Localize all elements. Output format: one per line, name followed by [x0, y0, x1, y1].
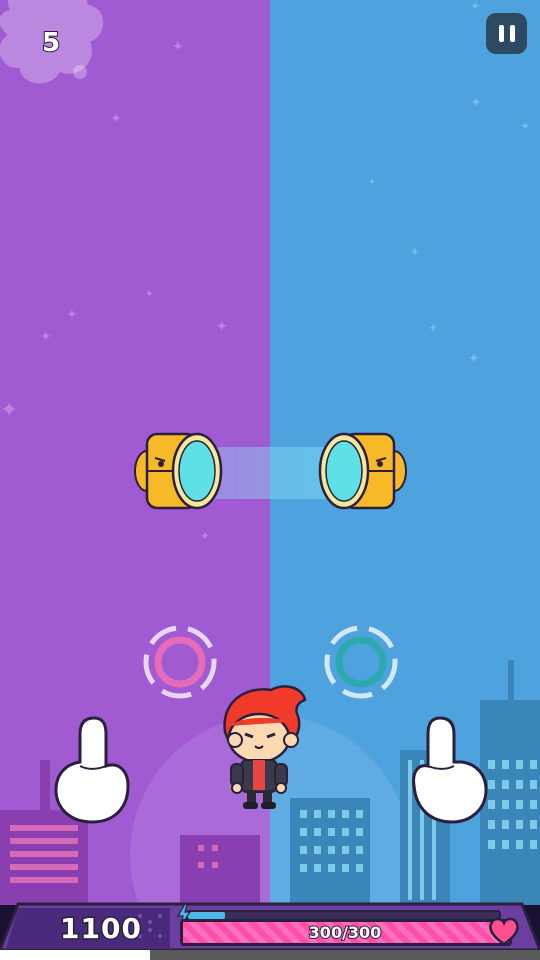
- progress-strip-filled: [0, 950, 150, 960]
- sparkle-decoration: ✦: [410, 245, 421, 259]
- sparkle-decoration: ✦: [368, 177, 377, 188]
- progress-strip-empty: [150, 950, 540, 960]
- round-counter: 5: [41, 27, 61, 59]
- heart-icon: [489, 917, 519, 946]
- pause-button[interactable]: [486, 13, 527, 54]
- left-tap-hand-icon: [54, 716, 130, 824]
- right-hit-target[interactable]: [321, 622, 401, 702]
- pause-icon: [498, 25, 504, 42]
- sparkle-decoration: ✦: [40, 329, 52, 345]
- sparkle-decoration: ✦: [200, 529, 211, 543]
- right-drum-note: [318, 432, 407, 510]
- total-score: 1100: [59, 911, 143, 947]
- sparkle-decoration: ✦: [470, 0, 481, 13]
- sparkle-decoration: ✦: [66, 307, 78, 323]
- sparkle-decoration: ✦: [520, 119, 531, 133]
- energy-bar-fill: [188, 912, 226, 919]
- left-hit-target[interactable]: [140, 622, 220, 702]
- left-drum-note: [134, 432, 223, 510]
- game-stage[interactable]: ✦ ✦ ✦ ✦ ✦ ✦ ✦ ✦ ✦ ✦ ✦ ✦ ✦ ✦ ✦ 5 1100 300…: [0, 0, 540, 960]
- sparkle-decoration: ✦: [468, 351, 480, 367]
- health-value: 300/300: [308, 922, 383, 943]
- sparkle-decoration: ✦: [470, 95, 482, 111]
- sparkle-decoration: ✦: [216, 319, 228, 335]
- sparkle-decoration: ✦: [172, 39, 184, 55]
- sparkle-decoration: ✦: [428, 321, 439, 335]
- sparkle-decoration: ✦: [110, 111, 122, 127]
- right-tap-hand-icon: [412, 716, 488, 824]
- sparkle-decoration: ✦: [0, 398, 19, 423]
- hero-character: [223, 685, 307, 809]
- sparkle-decoration: ✦: [145, 289, 154, 300]
